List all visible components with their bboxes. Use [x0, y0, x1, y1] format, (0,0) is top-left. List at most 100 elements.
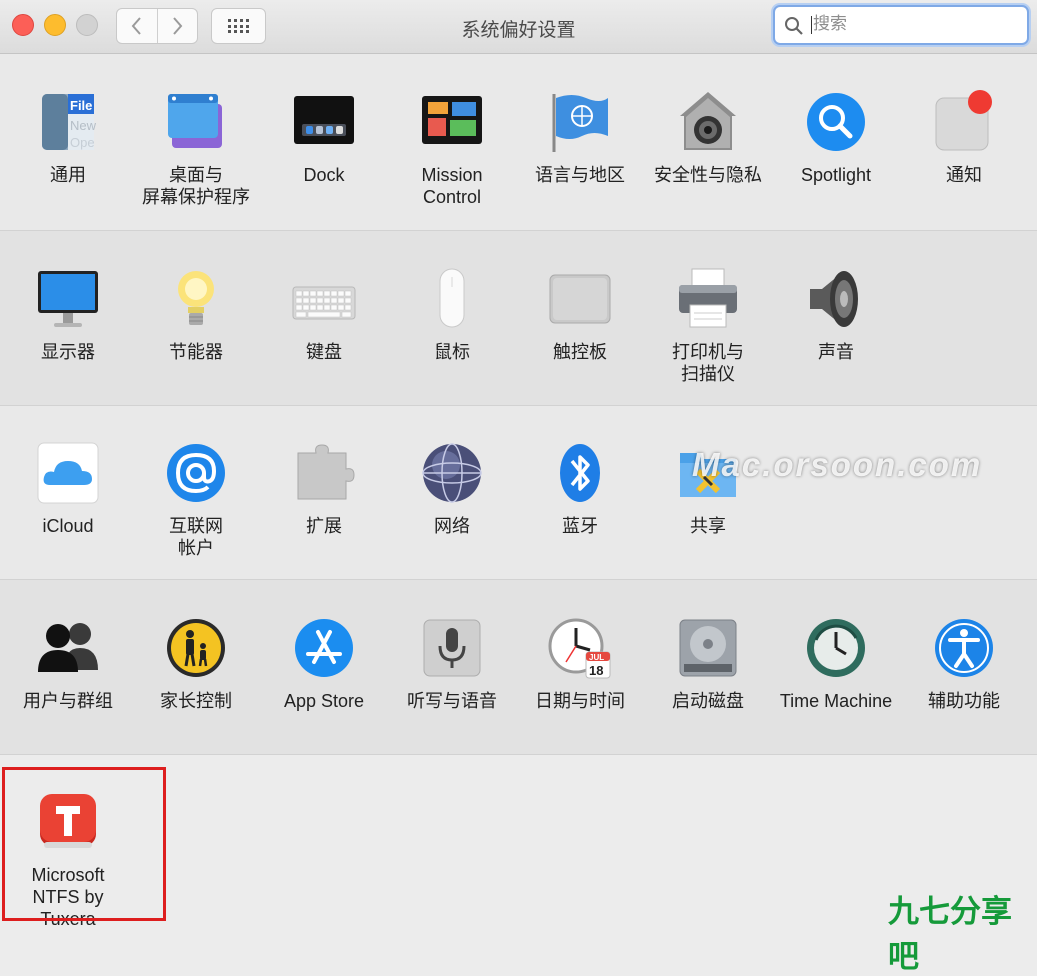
mouse-icon	[420, 267, 484, 331]
trackpad-icon	[548, 267, 612, 331]
pane-sound[interactable]: 声音	[772, 267, 900, 363]
pane-parental-controls[interactable]: 家长控制	[132, 616, 260, 712]
brand-logo-text: 九七分享吧	[888, 894, 1012, 974]
pane-label: App Store	[283, 691, 365, 711]
pane-label: 通用	[50, 165, 86, 185]
pane-label: 家长控制	[160, 691, 232, 711]
pane-label: 启动磁盘	[672, 691, 744, 711]
pane-label: 听写与语音	[407, 691, 497, 711]
highlight-box	[2, 767, 166, 921]
mission-control-icon	[420, 90, 484, 154]
pane-row-2: 显示器 节能器 键盘 鼠标 触控板 打印机与 扫描仪 声音	[0, 231, 1037, 406]
pane-label: Time Machine	[779, 691, 893, 711]
pane-label: 用户与群组	[23, 691, 113, 711]
pane-label: 互联网 帐户	[169, 516, 223, 558]
pane-label: 通知	[946, 165, 982, 185]
pane-label: 键盘	[306, 342, 342, 362]
spotlight-icon	[804, 90, 868, 154]
pane-label: 蓝牙	[562, 516, 598, 536]
desktop-screensaver-icon	[164, 90, 228, 154]
pane-label: 鼠标	[434, 342, 470, 362]
pane-label: 显示器	[41, 342, 95, 362]
accessibility-icon	[932, 616, 996, 680]
search-icon	[785, 17, 803, 35]
general-icon: File New Ope	[36, 90, 100, 154]
pane-label: 打印机与 扫描仪	[672, 342, 744, 384]
pane-desktop-screensaver[interactable]: 桌面与 屏幕保护程序	[132, 90, 260, 208]
bluetooth-icon	[548, 441, 612, 505]
pane-general[interactable]: File New Ope 通用	[4, 90, 132, 186]
date-time-icon: JUL 18	[548, 616, 612, 680]
pane-mission-control[interactable]: Mission Control	[388, 90, 516, 208]
pane-label: 声音	[818, 342, 854, 362]
pane-date-time[interactable]: JUL 18 日期与时间	[516, 616, 644, 712]
displays-icon	[36, 267, 100, 331]
pane-users-groups[interactable]: 用户与群组	[4, 616, 132, 712]
pane-label: 日期与时间	[535, 691, 625, 711]
pane-label: 扩展	[306, 516, 342, 536]
pane-label: 网络	[434, 516, 470, 536]
pane-row-4: 用户与群组 家长控制 App Store 听写与语音 JUL 18 日期与时间 …	[0, 580, 1037, 755]
internet-accounts-icon	[164, 441, 228, 505]
general-icon-file-text: File	[70, 98, 92, 113]
pane-language-region[interactable]: 语言与地区	[516, 90, 644, 186]
startup-disk-icon	[676, 616, 740, 680]
pane-label: iCloud	[42, 516, 94, 536]
calendar-month-text: JUL	[589, 653, 604, 662]
pane-label: 共享	[690, 516, 726, 536]
pane-app-store[interactable]: App Store	[260, 616, 388, 712]
pane-keyboard[interactable]: 键盘	[260, 267, 388, 363]
dictation-speech-icon	[420, 616, 484, 680]
network-icon	[420, 441, 484, 505]
language-region-icon	[548, 90, 612, 154]
pane-label: 节能器	[169, 342, 223, 362]
dock-icon	[292, 90, 356, 154]
pane-spotlight[interactable]: Spotlight	[772, 90, 900, 186]
pane-accessibility[interactable]: 辅助功能	[900, 616, 1028, 712]
watermark: Mac.orsoon.com	[692, 446, 983, 483]
printer-scanner-icon	[676, 267, 740, 331]
security-privacy-icon	[676, 90, 740, 154]
pane-label: 辅助功能	[928, 691, 1000, 711]
search-input[interactable]	[813, 12, 1013, 36]
pane-icloud[interactable]: iCloud	[4, 441, 132, 537]
text-caret	[811, 16, 812, 34]
general-icon-open-text: Ope	[70, 135, 95, 150]
pane-bluetooth[interactable]: 蓝牙	[516, 441, 644, 537]
pane-startup-disk[interactable]: 启动磁盘	[644, 616, 772, 712]
pane-row-3: iCloud 互联网 帐户 扩展 网络 蓝牙 共享	[0, 406, 1037, 580]
pane-label: Spotlight	[800, 165, 872, 185]
pane-trackpad[interactable]: 触控板	[516, 267, 644, 363]
pane-internet-accounts[interactable]: 互联网 帐户	[132, 441, 260, 559]
search-field[interactable]	[773, 5, 1029, 45]
time-machine-icon	[804, 616, 868, 680]
pane-printers-scanners[interactable]: 打印机与 扫描仪	[644, 267, 772, 385]
pane-label: 安全性与隐私	[654, 165, 762, 185]
pane-notifications[interactable]: 通知	[900, 90, 1028, 186]
pane-row-1: File New Ope 通用 桌面与 屏幕保护程序 Dock Mission …	[0, 54, 1037, 231]
pane-network[interactable]: 网络	[388, 441, 516, 537]
icloud-icon	[36, 441, 100, 505]
pane-time-machine[interactable]: Time Machine	[772, 616, 900, 712]
pane-energy-saver[interactable]: 节能器	[132, 267, 260, 363]
pane-displays[interactable]: 显示器	[4, 267, 132, 363]
parental-controls-icon	[164, 616, 228, 680]
keyboard-icon	[292, 267, 356, 331]
app-store-icon	[292, 616, 356, 680]
extensions-icon	[292, 441, 356, 505]
pane-mouse[interactable]: 鼠标	[388, 267, 516, 363]
pane-security-privacy[interactable]: 安全性与隐私	[644, 90, 772, 186]
pane-dock[interactable]: Dock	[260, 90, 388, 186]
pane-extensions[interactable]: 扩展	[260, 441, 388, 537]
pane-label: Dock	[303, 165, 345, 185]
calendar-day-text: 18	[589, 663, 603, 678]
users-groups-icon	[36, 616, 100, 680]
pane-label: 桌面与 屏幕保护程序	[142, 165, 250, 207]
notifications-icon	[932, 90, 996, 154]
pane-dictation-speech[interactable]: 听写与语音	[388, 616, 516, 712]
window-titlebar: 系统偏好设置	[0, 0, 1037, 54]
sound-icon	[804, 267, 868, 331]
energy-saver-icon	[164, 267, 228, 331]
pane-label: 语言与地区	[535, 165, 625, 185]
pane-label: Mission Control	[421, 165, 483, 207]
